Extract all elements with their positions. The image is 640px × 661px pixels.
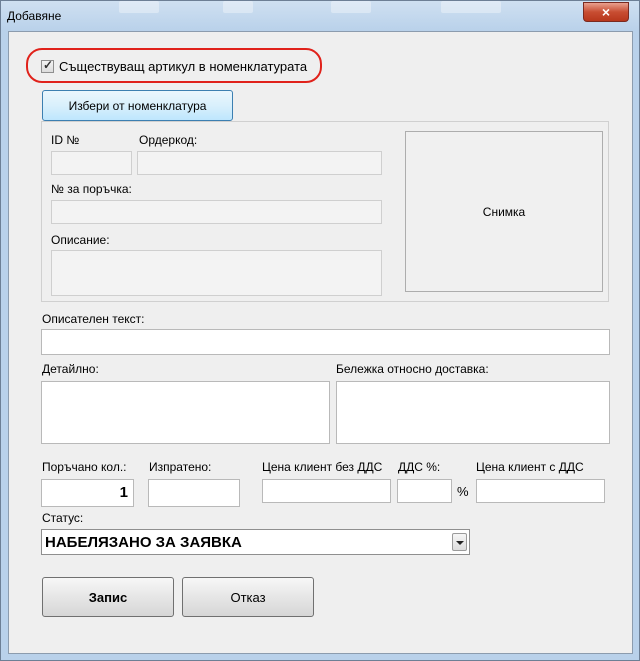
status-value: НАБЕЛЯЗАНО ЗА ЗАЯВКА (45, 534, 242, 551)
ordered-qty-field[interactable]: 1 (41, 479, 134, 507)
description-label: Описание: (51, 233, 110, 247)
detailed-field[interactable] (41, 381, 330, 444)
save-button-label: Запис (88, 589, 128, 605)
order-no-field[interactable] (51, 200, 382, 224)
background-window-ghost (331, 1, 371, 13)
descriptive-text-label: Описателен текст: (42, 312, 145, 326)
price-vat-label: Цена клиент с ДДС (476, 460, 584, 474)
status-select[interactable]: НАБЕЛЯЗАНО ЗА ЗАЯВКА (41, 529, 470, 555)
barcode-label: Ордеркод: (139, 133, 198, 147)
delivery-note-field[interactable] (336, 381, 610, 444)
select-button-label: Избери от номенклатура (68, 98, 207, 113)
chevron-down-icon[interactable] (452, 533, 467, 551)
existing-article-checkbox[interactable]: ✓ (41, 58, 54, 73)
id-field[interactable] (51, 151, 132, 175)
checkmark-icon: ✓ (43, 58, 54, 72)
background-window-ghost (119, 1, 159, 13)
close-button[interactable]: × (583, 2, 629, 22)
cancel-button-label: Отказ (230, 589, 266, 605)
vat-label: ДДС %: (398, 460, 441, 474)
sent-field[interactable] (148, 479, 240, 507)
existing-article-label: Съществуващ артикул в номенклатурата (59, 59, 308, 74)
descriptive-text-field[interactable] (41, 329, 610, 355)
dialog-window: Добавяне × ✓ Съществуващ артикул в номен… (0, 0, 640, 661)
save-button[interactable]: Запис (42, 577, 174, 617)
close-icon: × (601, 4, 611, 20)
price-no-vat-label: Цена клиент без ДДС (262, 460, 383, 474)
background-window-ghost (441, 1, 501, 13)
select-from-nomenclature-button[interactable]: Избери от номенклатура (42, 90, 233, 121)
cancel-button[interactable]: Отказ (182, 577, 314, 617)
price-no-vat-field[interactable] (262, 479, 391, 503)
percent-sign: % (457, 484, 469, 499)
dialog-client-area: ✓ Съществуващ артикул в номенклатурата И… (8, 31, 633, 654)
photo-label: Снимка (482, 204, 526, 219)
id-label: ID № (51, 133, 80, 147)
vat-field[interactable] (397, 479, 452, 503)
detailed-label: Детайлно: (42, 362, 99, 376)
title-bar[interactable]: Добавяне × (1, 1, 639, 31)
ordered-qty-label: Поръчано кол.: (42, 460, 127, 474)
barcode-field[interactable] (137, 151, 382, 175)
delivery-note-label: Бележка относно доставка: (336, 362, 489, 376)
window-title: Добавяне (7, 9, 62, 23)
sent-label: Изпратено: (149, 460, 212, 474)
photo-box[interactable]: Снимка (405, 131, 603, 292)
price-vat-field[interactable] (476, 479, 605, 503)
order-no-label: № за поръчка: (51, 182, 132, 196)
description-field[interactable] (51, 250, 382, 296)
background-window-ghost (223, 1, 253, 13)
status-label: Статус: (42, 511, 84, 525)
